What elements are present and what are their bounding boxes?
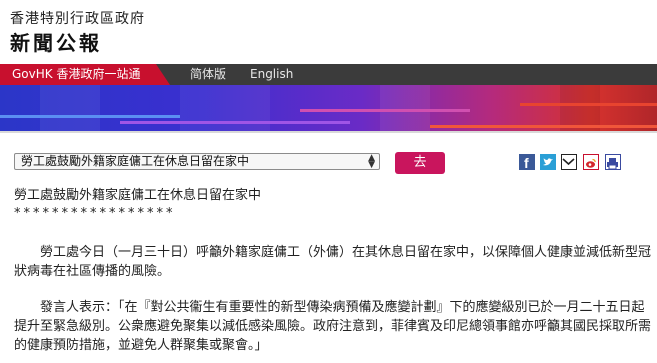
- print-icon[interactable]: [605, 154, 621, 170]
- govhk-link[interactable]: GovHK 香港政府一站通: [0, 64, 170, 85]
- title-separator-stars: *****************: [14, 206, 176, 221]
- article-select[interactable]: 勞工處鼓勵外籍家庭傭工在休息日留在家中 ▲ ▼: [14, 153, 380, 170]
- select-arrows-icon: ▲ ▼: [368, 153, 375, 170]
- facebook-icon[interactable]: f: [519, 154, 535, 171]
- site-header: 香港特別行政區政府 新聞公報: [0, 0, 657, 64]
- article-body: 勞工處鼓勵外籍家庭傭工在休息日留在家中 ***************** 勞工…: [14, 187, 654, 355]
- email-icon[interactable]: [561, 154, 577, 170]
- english-link[interactable]: English: [250, 64, 293, 85]
- svg-text:f: f: [524, 155, 529, 170]
- article-paragraph-1: 勞工處今日（一月三十日）呼籲外籍家庭傭工（外傭）在其休息日留在家中，以保障個人健…: [14, 245, 652, 279]
- weibo-icon[interactable]: [583, 154, 599, 170]
- decorative-banner: [0, 85, 657, 131]
- go-button[interactable]: 去: [395, 152, 445, 174]
- article-title: 勞工處鼓勵外籍家庭傭工在休息日留在家中: [14, 188, 262, 203]
- twitter-icon[interactable]: [540, 154, 556, 170]
- article-toolbar: 勞工處鼓勵外籍家庭傭工在休息日留在家中 ▲ ▼ 去 f: [0, 150, 657, 176]
- top-navigation-bar: GovHK 香港政府一站通 简体版 English: [0, 64, 657, 85]
- site-title[interactable]: 新聞公報: [10, 27, 102, 56]
- government-name: 香港特別行政區政府: [10, 11, 145, 27]
- article-paragraph-2: 發言人表示：「在『對公共衞生有重要性的新型傳染病預備及應變計劃』下的應變級別已於…: [14, 300, 652, 353]
- banner-divider: [0, 131, 657, 133]
- simplified-chinese-link[interactable]: 简体版: [190, 64, 226, 85]
- article-select-value: 勞工處鼓勵外籍家庭傭工在休息日留在家中: [21, 154, 250, 168]
